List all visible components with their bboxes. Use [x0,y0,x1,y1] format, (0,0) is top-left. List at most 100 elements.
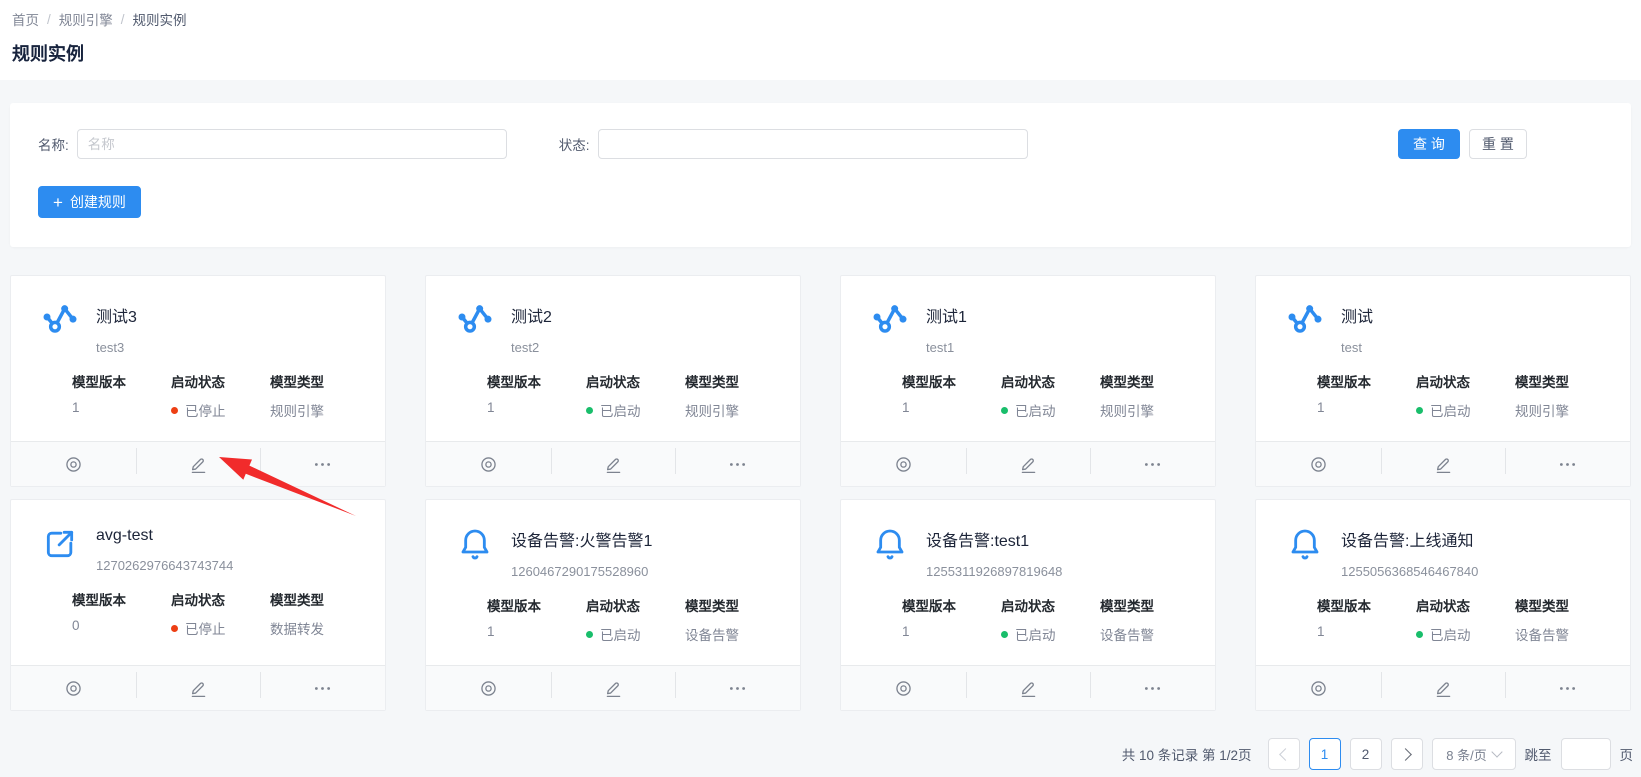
card-edit-button[interactable] [966,666,1091,710]
card-more-button[interactable] [675,442,800,486]
status-dot [171,625,178,632]
more-icon [1142,678,1163,699]
pagination-summary: 共 10 条记录 第 1/2页 [1122,744,1252,764]
card-title: 测试3 [96,303,137,327]
breadcrumb-separator: / [47,12,51,27]
model-type-value: 规则引擎 [1515,400,1614,420]
caret-down-icon [1491,746,1502,757]
create-rule-button[interactable]: + 创建规则 [38,186,141,218]
card-view-button[interactable] [1256,666,1381,710]
card-actions [11,665,385,710]
page-title: 规则实例 [12,40,1625,66]
run-status-value: 已启动 [586,624,685,644]
card-subtitle: test3 [96,340,137,355]
model-version-value: 1 [487,624,586,639]
model-version-value: 1 [1317,624,1416,639]
bell-icon [455,524,495,564]
model-version-label: 模型版本 [72,589,171,609]
status-filter-label: 状态: [559,134,590,154]
card-more-button[interactable] [1505,442,1630,486]
run-status-value: 已启动 [586,400,685,420]
jump-page-input[interactable] [1561,738,1611,770]
card-title: 设备告警:火警告警1 [511,527,652,551]
card-more-button[interactable] [1090,666,1215,710]
model-type-label: 模型类型 [1515,371,1614,391]
edit-icon [1433,678,1454,699]
card-actions [841,441,1215,486]
card-subtitle: test2 [511,340,552,355]
edit-icon [188,454,209,475]
chevron-right-icon [1399,748,1412,761]
breadcrumb-separator: / [121,12,125,27]
more-icon [312,678,333,699]
eye-icon [1308,454,1329,475]
model-type-label: 模型类型 [270,371,369,391]
status-dot [586,407,593,414]
edit-icon [603,454,624,475]
card-edit-button[interactable] [551,666,676,710]
run-status-label: 启动状态 [1001,371,1100,391]
next-page-button[interactable] [1391,738,1423,770]
model-type-label: 模型类型 [1100,371,1199,391]
run-status-label: 启动状态 [1416,595,1515,615]
edit-icon [1018,678,1039,699]
status-text: 已启动 [1015,624,1056,644]
filter-panel: 名称: 状态: 查 询 重 置 + 创建规则 [10,103,1631,247]
card-view-button[interactable] [841,442,966,486]
prev-page-button[interactable] [1268,738,1300,770]
card-more-button[interactable] [1090,442,1215,486]
card-actions [1256,441,1630,486]
card-view-button[interactable] [841,666,966,710]
query-button[interactable]: 查 询 [1398,129,1460,159]
breadcrumb-rule-engine[interactable]: 规则引擎 [59,9,113,29]
card-more-button[interactable] [260,442,385,486]
card-view-button[interactable] [426,442,551,486]
card-title: avg-test [96,527,233,545]
card-edit-button[interactable] [136,666,261,710]
card-view-button[interactable] [426,666,551,710]
page-size-value: 8 条/页 [1446,745,1486,764]
card-subtitle: 1270262976643743744 [96,558,233,573]
status-filter-input[interactable] [598,129,1028,159]
card-view-button[interactable] [1256,442,1381,486]
card-title: 测试 [1341,303,1373,327]
status-text: 已启动 [1015,400,1056,420]
card-subtitle: 1255311926897819648 [926,564,1062,579]
reset-button[interactable]: 重 置 [1469,129,1527,159]
page-size-select[interactable]: 8 条/页 [1432,738,1516,770]
edit-icon [188,678,209,699]
model-type-value: 规则引擎 [270,400,369,420]
card-edit-button[interactable] [551,442,676,486]
model-type-label: 模型类型 [685,595,784,615]
run-status-value: 已启动 [1001,624,1100,644]
card-view-button[interactable] [11,666,136,710]
model-version-value: 1 [487,400,586,415]
more-icon [1557,678,1578,699]
card-view-button[interactable] [11,442,136,486]
eye-icon [893,678,914,699]
card-edit-button[interactable] [966,442,1091,486]
card-actions [426,665,800,710]
card-more-button[interactable] [1505,666,1630,710]
card-subtitle: test1 [926,340,967,355]
edit-icon [1018,454,1039,475]
breadcrumb-home[interactable]: 首页 [12,9,39,29]
card-edit-button[interactable] [136,442,261,486]
card-more-button[interactable] [675,666,800,710]
model-version-value: 1 [1317,400,1416,415]
card-actions [841,665,1215,710]
breadcrumb: 首页 / 规则引擎 / 规则实例 [12,9,1625,29]
card-subtitle: 1255056368546467840 [1341,564,1478,579]
name-filter-input[interactable] [77,129,507,159]
page-button-2[interactable]: 2 [1350,738,1382,770]
card-more-button[interactable] [260,666,385,710]
model-type-value: 数据转发 [270,618,369,638]
card-edit-button[interactable] [1381,442,1506,486]
card-edit-button[interactable] [1381,666,1506,710]
page-button-1[interactable]: 1 [1309,738,1341,770]
chevron-left-icon [1279,748,1292,761]
model-version-value: 0 [72,618,171,633]
status-dot [1416,407,1423,414]
edit-icon [603,678,624,699]
status-text: 已启动 [600,400,641,420]
